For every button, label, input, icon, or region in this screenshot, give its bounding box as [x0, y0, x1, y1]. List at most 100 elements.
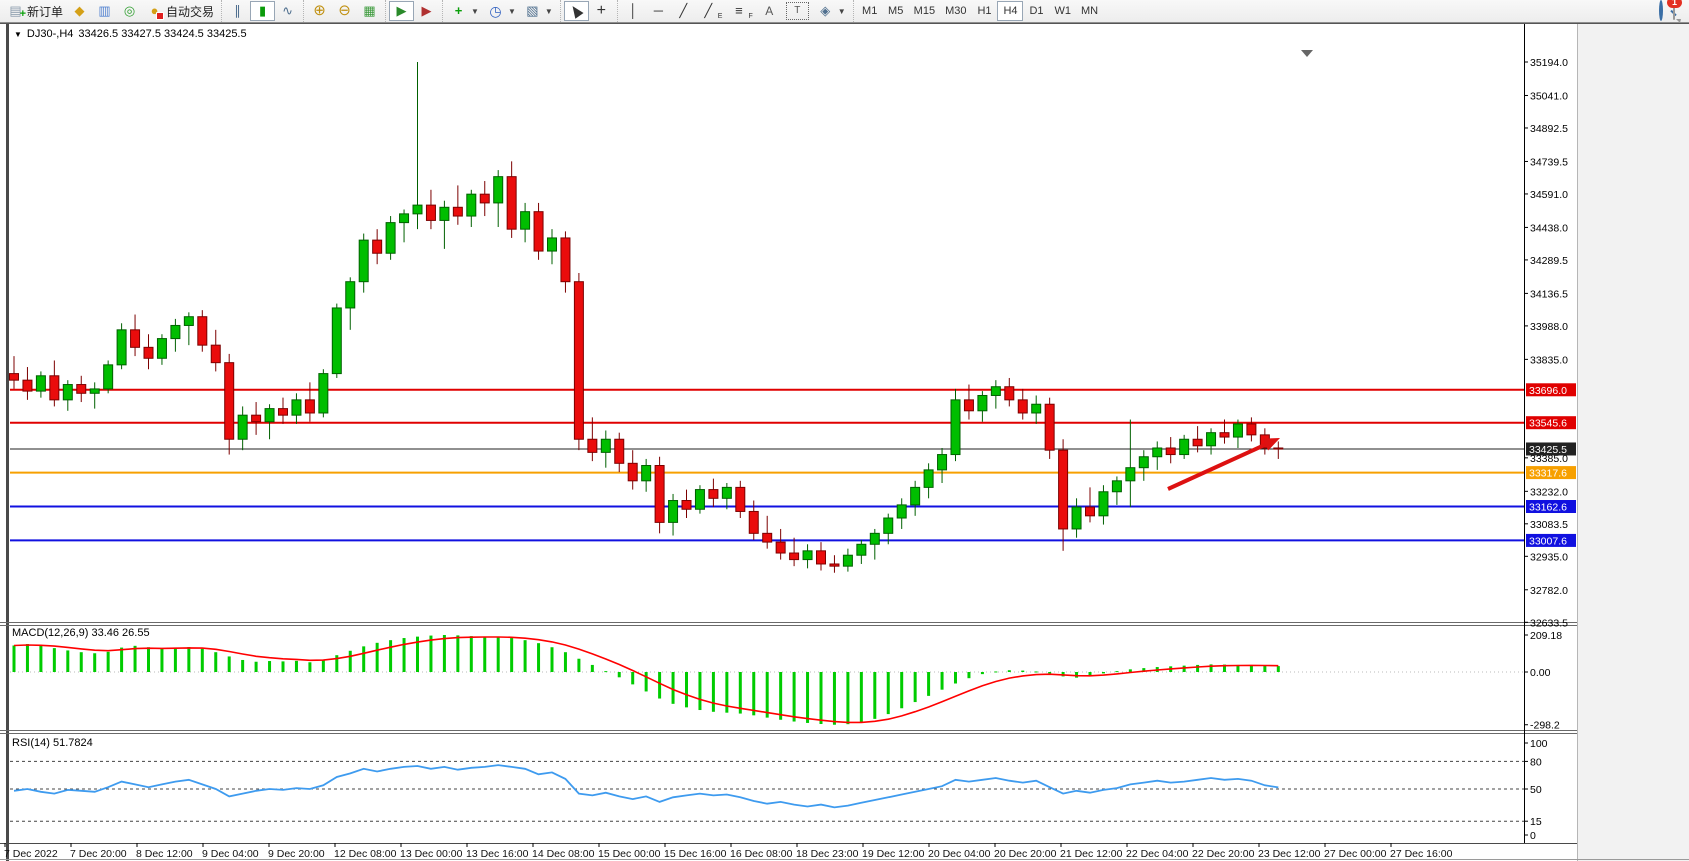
cursor-icon — [568, 3, 585, 19]
periods-button[interactable]: ◷▼ — [483, 1, 520, 21]
notification-badge: 1 — [1667, 0, 1682, 8]
macd-bar — [1008, 670, 1011, 672]
svg-text:27 Dec 16:00: 27 Dec 16:00 — [1390, 848, 1453, 860]
candle — [1139, 457, 1148, 468]
macd-bar — [1102, 672, 1105, 673]
candle — [507, 177, 516, 230]
candle — [521, 212, 530, 230]
bar-chart-button[interactable]: ∥ — [225, 1, 250, 21]
macd-bar — [201, 649, 204, 672]
macd-bar — [456, 635, 459, 672]
auto-scroll-button[interactable]: ▶ — [389, 1, 414, 21]
macd-bar — [793, 672, 796, 722]
fibonacci-button[interactable]: ≡F — [726, 1, 756, 21]
macd-bar — [860, 672, 863, 722]
macd-bar — [13, 645, 16, 672]
macd-bar — [887, 672, 890, 714]
macd-bar — [873, 672, 876, 719]
macd-bar — [1021, 671, 1024, 672]
text-button[interactable]: A — [757, 1, 782, 21]
horizontal-line-button[interactable]: ─ — [646, 1, 671, 21]
candle — [1166, 448, 1175, 455]
chart-title[interactable]: ▼ DJ30-,H4 33426.5 33427.5 33424.5 33425… — [14, 28, 247, 40]
new-order-button[interactable]: ▤+ 新订单 — [3, 1, 67, 21]
templates-button[interactable]: ▧▼ — [520, 1, 557, 21]
trendline-button[interactable]: ╱ — [671, 1, 696, 21]
candle — [817, 551, 826, 564]
indicators-button[interactable]: +▼ — [446, 1, 483, 21]
macd-bar — [618, 672, 621, 677]
macd-bar — [1075, 672, 1078, 678]
svg-text:0.00: 0.00 — [1530, 667, 1551, 679]
timeframe-button-m5[interactable]: M5 — [883, 1, 909, 21]
candle — [574, 282, 583, 440]
chart-left-border — [6, 24, 9, 861]
arrows-button[interactable]: ◈▼ — [813, 1, 850, 21]
market-watch-button[interactable]: ◆ — [67, 1, 92, 21]
candlestick-chart-button[interactable]: ▮ — [250, 1, 275, 21]
notifications-button[interactable]: 1 — [1673, 2, 1675, 20]
svg-text:9 Dec 04:00: 9 Dec 04:00 — [202, 848, 259, 860]
line-chart-button[interactable]: ∿ — [275, 1, 300, 21]
timeframe-button-w1[interactable]: W1 — [1049, 1, 1076, 21]
candle — [265, 409, 274, 422]
macd-bar — [1250, 665, 1253, 672]
svg-text:0: 0 — [1530, 830, 1536, 842]
chart-canvas[interactable]: 33696.033545.633425.533317.633162.633007… — [0, 0, 1689, 861]
candle — [400, 214, 409, 223]
svg-text:33007.6: 33007.6 — [1529, 535, 1567, 547]
timeframe-button-m15[interactable]: M15 — [909, 1, 940, 21]
timeframe-button-mn[interactable]: MN — [1076, 1, 1103, 21]
channel-button[interactable]: ╱E — [696, 1, 727, 21]
macd-bar — [187, 647, 190, 672]
candle — [144, 347, 153, 358]
timeframe-button-d1[interactable]: D1 — [1023, 1, 1049, 21]
svg-text:33545.6: 33545.6 — [1529, 418, 1567, 430]
ohlc-values: 33426.5 33427.5 33424.5 33425.5 — [78, 28, 246, 40]
auto-trading-button[interactable]: ● 自动交易 — [142, 1, 218, 21]
svg-text:7 Dec 20:00: 7 Dec 20:00 — [70, 848, 127, 860]
macd-bar — [591, 665, 594, 672]
macd-bar — [658, 672, 661, 699]
candle — [776, 542, 785, 553]
shapes-icon: ◈ — [817, 3, 834, 19]
timeframe-button-h4[interactable]: H4 — [997, 1, 1023, 21]
cursor-button[interactable] — [564, 1, 589, 21]
svg-text:15 Dec 16:00: 15 Dec 16:00 — [664, 848, 727, 860]
chart-shift-button[interactable]: ▶ — [414, 1, 439, 21]
vertical-line-button[interactable]: │ — [621, 1, 646, 21]
text-label-button[interactable]: T — [782, 1, 813, 21]
macd-bar — [1048, 672, 1051, 673]
candle — [991, 387, 1000, 396]
candle — [467, 194, 476, 216]
candle — [897, 505, 906, 518]
text-icon: A — [761, 3, 778, 19]
timeframe-button-m1[interactable]: M1 — [857, 1, 883, 21]
svg-text:13 Dec 00:00: 13 Dec 00:00 — [400, 848, 463, 860]
svg-text:209.18: 209.18 — [1530, 630, 1562, 642]
candle — [682, 501, 691, 510]
macd-bar — [120, 648, 123, 672]
macd-bar — [160, 649, 163, 672]
candle — [238, 415, 247, 439]
signals-button[interactable]: ◎ — [117, 1, 142, 21]
crosshair-button[interactable]: + — [589, 1, 614, 21]
data-window-button[interactable]: ▥ — [92, 1, 117, 21]
search-button[interactable] — [1659, 2, 1663, 20]
candle — [346, 282, 355, 308]
svg-text:-298.2: -298.2 — [1530, 720, 1560, 732]
candle — [319, 374, 328, 413]
zoom-in-button[interactable]: ⊕ — [307, 1, 332, 21]
tile-windows-button[interactable]: ▦ — [357, 1, 382, 21]
macd-bar — [846, 672, 849, 724]
zoom-out-button[interactable]: ⊖ — [332, 1, 357, 21]
macd-bar — [1035, 671, 1038, 672]
tile-windows-icon: ▦ — [361, 3, 378, 19]
rsi-indicator-label: RSI(14) 51.7824 — [12, 737, 93, 749]
timeframe-button-m30[interactable]: M30 — [940, 1, 971, 21]
macd-bar — [174, 648, 177, 672]
trendline-icon: ╱ — [675, 3, 692, 19]
timeframe-button-h1[interactable]: H1 — [971, 1, 997, 21]
macd-bar — [268, 661, 271, 672]
chevron-down-icon: ▼ — [545, 7, 553, 16]
